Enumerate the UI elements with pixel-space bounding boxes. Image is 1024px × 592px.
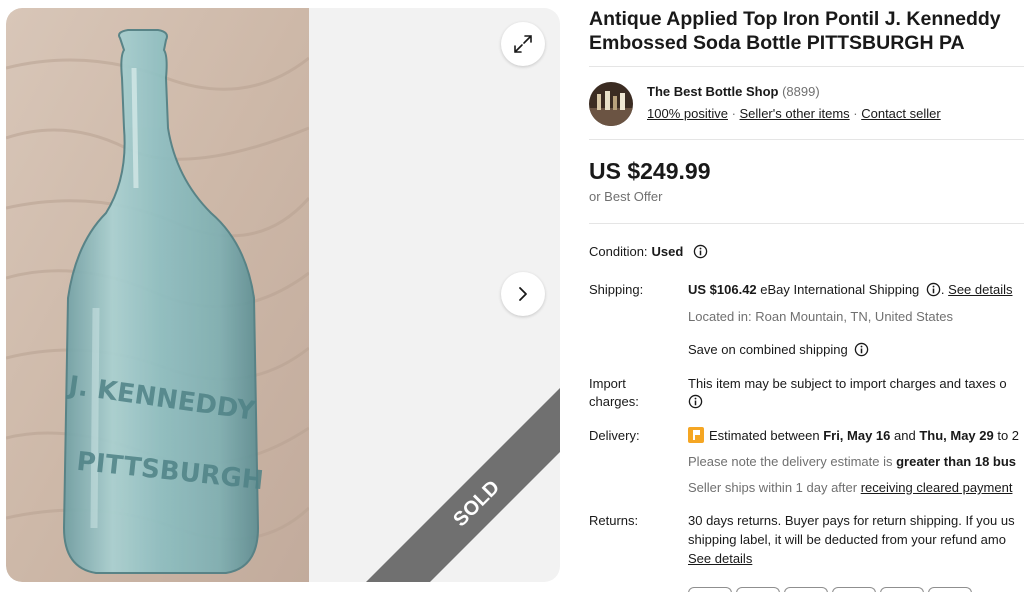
import-label-line1: Import: [589, 376, 626, 391]
seller-name[interactable]: The Best Bottle Shop: [647, 84, 778, 99]
combined-shipping-row: Save on combined shipping: [688, 341, 869, 359]
condition-row: Condition: Used: [589, 244, 708, 259]
payment-icon: [736, 587, 780, 592]
handling-time: Seller ships within 1 day after receivin…: [688, 479, 1012, 497]
returns-line2: shipping label, it will be deducted from…: [688, 532, 1006, 547]
import-info-row: [688, 393, 703, 411]
delivery-note-bold: greater than 18 bus: [896, 454, 1017, 469]
import-label-line2: charges:: [589, 394, 639, 409]
payment-icon: [880, 587, 924, 592]
divider: [589, 139, 1024, 140]
seller-card: The Best Bottle Shop (8899) 100% positiv…: [589, 80, 1024, 128]
delivery-note-text: Please note the delivery estimate is: [688, 454, 897, 469]
shipping-label: Shipping:: [589, 282, 644, 297]
delivery-note: Please note the delivery estimate is gre…: [688, 453, 1016, 471]
returns-see-details-link[interactable]: See details: [688, 550, 752, 568]
link-separator: ·: [849, 106, 862, 121]
info-icon[interactable]: [854, 342, 869, 357]
payment-icon: [832, 587, 876, 592]
divider: [589, 66, 1024, 67]
shipping-see-details-link[interactable]: See details: [948, 282, 1012, 297]
seller-avatar[interactable]: [589, 82, 633, 126]
delivery-flag-icon: [688, 427, 704, 443]
title-line1: Antique Applied Top Iron Pontil J. Kenne…: [589, 8, 1001, 30]
info-icon[interactable]: [688, 394, 703, 409]
import-charges-text: This item may be subject to import charg…: [688, 376, 1007, 391]
link-separator: ·: [727, 106, 740, 121]
located-label: Located in:: [688, 309, 752, 324]
chevron-right-icon: [519, 287, 527, 301]
item-location: Located in: Roan Mountain, TN, United St…: [688, 308, 953, 326]
handling-text: Seller ships within 1 day after: [688, 480, 861, 495]
product-photo[interactable]: J. KENNEDDY PITTSBURGH: [6, 8, 309, 582]
seller-other-items-link[interactable]: Seller's other items: [740, 106, 850, 121]
delivery-date-end: Thu, May 29: [919, 428, 994, 443]
best-offer-text: or Best Offer: [589, 189, 663, 204]
expand-icon: [514, 35, 532, 53]
sold-label: SOLD: [449, 476, 504, 531]
next-image-button[interactable]: [501, 272, 545, 316]
shipping-cost-row: US $106.42 eBay International Shipping .…: [688, 282, 1013, 297]
condition-value: Used: [651, 244, 684, 259]
delivery-date-start: Fri, May 16: [823, 428, 891, 443]
returns-label: Returns:: [589, 513, 639, 528]
contact-seller-link[interactable]: Contact seller: [861, 106, 940, 121]
payment-icon: [688, 587, 732, 592]
info-icon[interactable]: [693, 244, 708, 259]
seller-positive-link[interactable]: 100% positive: [647, 106, 728, 121]
cleared-payment-link[interactable]: receiving cleared payment: [861, 480, 1013, 495]
listing-title: Antique Applied Top Iron Pontil J. Kenne…: [589, 7, 1024, 55]
title-line2: Embossed Soda Bottle PITTSBURGH PA: [589, 32, 965, 54]
seller-name-row: The Best Bottle Shop (8899): [647, 84, 820, 99]
seller-feedback-count: (8899): [782, 84, 820, 99]
condition-label: Condition:: [589, 244, 648, 259]
image-gallery[interactable]: J. KENNEDDY PITTSBURGH SOLD: [6, 8, 560, 582]
payment-icons-row: [688, 586, 976, 592]
delivery-to: to 2: [993, 428, 1020, 443]
delivery-estimated-text: Estimated between: [709, 428, 824, 443]
delivery-label: Delivery:: [589, 428, 640, 443]
import-charges-label: Import charges:: [589, 375, 639, 411]
seller-links: 100% positive · Seller's other items · C…: [647, 106, 941, 121]
combined-shipping-text: Save on combined shipping: [688, 342, 848, 357]
item-price: US $249.99: [589, 158, 711, 184]
expand-button[interactable]: [501, 22, 545, 66]
shipping-method: eBay International Shipping: [756, 282, 920, 297]
returns-line1: 30 days returns. Buyer pays for return s…: [688, 513, 1015, 528]
shipping-cost: US $106.42: [688, 282, 757, 297]
delivery-and: and: [890, 428, 920, 443]
payment-icon: [784, 587, 828, 592]
payment-icon: [928, 587, 972, 592]
info-icon[interactable]: [926, 282, 941, 297]
located-value: Roan Mountain, TN, United States: [751, 309, 953, 324]
delivery-estimate: Estimated between Fri, May 16 and Thu, M…: [688, 427, 1019, 445]
divider: [589, 223, 1024, 224]
